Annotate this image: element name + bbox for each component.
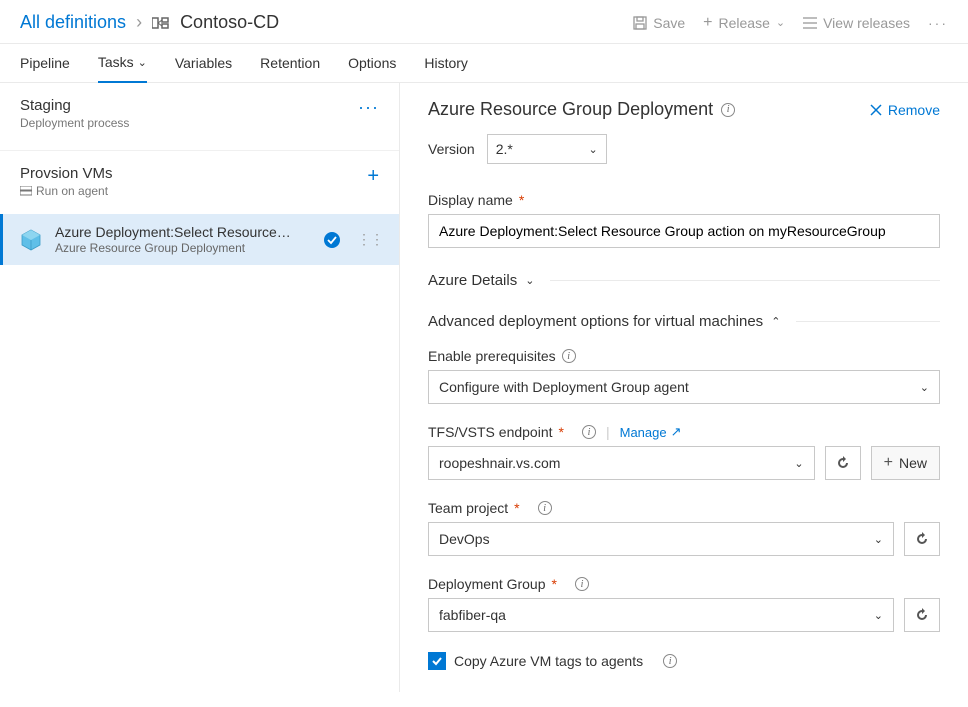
manage-link[interactable]: Manage ↗ [620,424,682,440]
version-label: Version [428,141,475,157]
task-item-azure-deployment[interactable]: Azure Deployment:Select Resource… Azure … [0,214,399,265]
agent-phase-row[interactable]: Provsion VMs Run on agent + [0,150,399,210]
agent-title: Provsion VMs [20,165,113,182]
release-definition-icon [152,14,170,32]
save-button[interactable]: Save [633,15,685,31]
new-endpoint-button[interactable]: + New [871,446,940,480]
release-button[interactable]: + Release ⌄ [703,14,785,32]
drag-handle-icon[interactable]: ⋮⋮ [357,231,383,248]
endpoint-select[interactable]: roopeshnair.vs.com ⌄ [428,446,815,480]
view-releases-button[interactable]: View releases [803,15,910,31]
required-asterisk: * [514,500,519,516]
required-asterisk: * [519,192,524,208]
required-asterisk: * [559,424,564,440]
agent-subtitle: Run on agent [20,184,113,198]
remove-button[interactable]: Remove [870,102,940,118]
check-circle-icon [323,231,341,249]
external-link-icon: ↗ [671,424,682,440]
task-title: Azure Deployment:Select Resource… [55,224,313,240]
tab-variables[interactable]: Variables [175,44,232,82]
info-icon[interactable]: i [582,425,596,439]
deployment-group-select[interactable]: fabfiber-qa ⌄ [428,598,894,632]
panel-title: Azure Resource Group Deployment i [428,99,735,120]
stage-subtitle: Deployment process [20,116,129,130]
server-icon [20,186,32,196]
stage-title: Staging [20,97,129,114]
tab-tasks[interactable]: Tasks ⌄ [98,44,147,83]
chevron-up-icon: ⌃ [771,315,780,328]
chevron-right-icon: › [136,12,142,33]
refresh-icon [914,607,930,623]
checkmark-icon [431,655,443,667]
refresh-icon [914,531,930,547]
team-project-select[interactable]: DevOps ⌄ [428,522,894,556]
chevron-down-icon: ⌄ [874,609,883,622]
prerequisites-label: Enable prerequisites [428,348,556,364]
stage-more-button[interactable]: ··· [358,97,379,118]
refresh-team-project-button[interactable] [904,522,940,556]
close-icon [870,104,882,116]
section-advanced-deployment[interactable]: Advanced deployment options for virtual … [428,313,940,330]
refresh-icon [835,455,851,471]
azure-cube-icon [17,226,45,254]
version-select[interactable]: 2.* ⌄ [487,134,607,164]
info-icon[interactable]: i [562,349,576,363]
chevron-down-icon: ⌄ [138,56,147,69]
stage-header[interactable]: Staging Deployment process ··· [0,83,399,142]
breadcrumb-root-link[interactable]: All definitions [20,12,126,33]
chevron-down-icon: ⌄ [588,143,597,156]
plus-icon: + [703,14,712,32]
tab-options[interactable]: Options [348,44,396,82]
copy-tags-label: Copy Azure VM tags to agents [454,653,643,669]
team-project-label: Team project [428,500,508,516]
section-azure-details[interactable]: Azure Details ⌄ [428,272,940,289]
add-task-button[interactable]: + [367,165,379,188]
more-actions-button[interactable]: ··· [928,15,948,31]
copy-tags-checkbox[interactable] [428,652,446,670]
chevron-down-icon: ⌄ [776,16,785,29]
plus-icon: + [884,454,893,472]
chevron-down-icon: ⌄ [920,381,929,394]
chevron-down-icon: ⌄ [525,274,534,287]
refresh-deployment-group-button[interactable] [904,598,940,632]
info-icon[interactable]: i [538,501,552,515]
endpoint-label: TFS/VSTS endpoint [428,424,553,440]
chevron-down-icon: ⌄ [874,533,883,546]
display-name-input[interactable] [428,214,940,248]
tab-history[interactable]: History [424,44,468,82]
refresh-endpoint-button[interactable] [825,446,861,480]
chevron-down-icon: ⌄ [794,457,803,470]
page-title: Contoso-CD [180,12,279,33]
breadcrumb: All definitions › Contoso-CD [20,12,279,33]
display-name-label: Display name [428,192,513,208]
required-asterisk: * [552,576,557,592]
prerequisites-select[interactable]: Configure with Deployment Group agent ⌄ [428,370,940,404]
info-icon[interactable]: i [721,103,735,117]
info-icon[interactable]: i [663,654,677,668]
tab-pipeline[interactable]: Pipeline [20,44,70,82]
deployment-group-label: Deployment Group [428,576,546,592]
tab-retention[interactable]: Retention [260,44,320,82]
info-icon[interactable]: i [575,577,589,591]
task-subtitle: Azure Resource Group Deployment [55,241,313,255]
